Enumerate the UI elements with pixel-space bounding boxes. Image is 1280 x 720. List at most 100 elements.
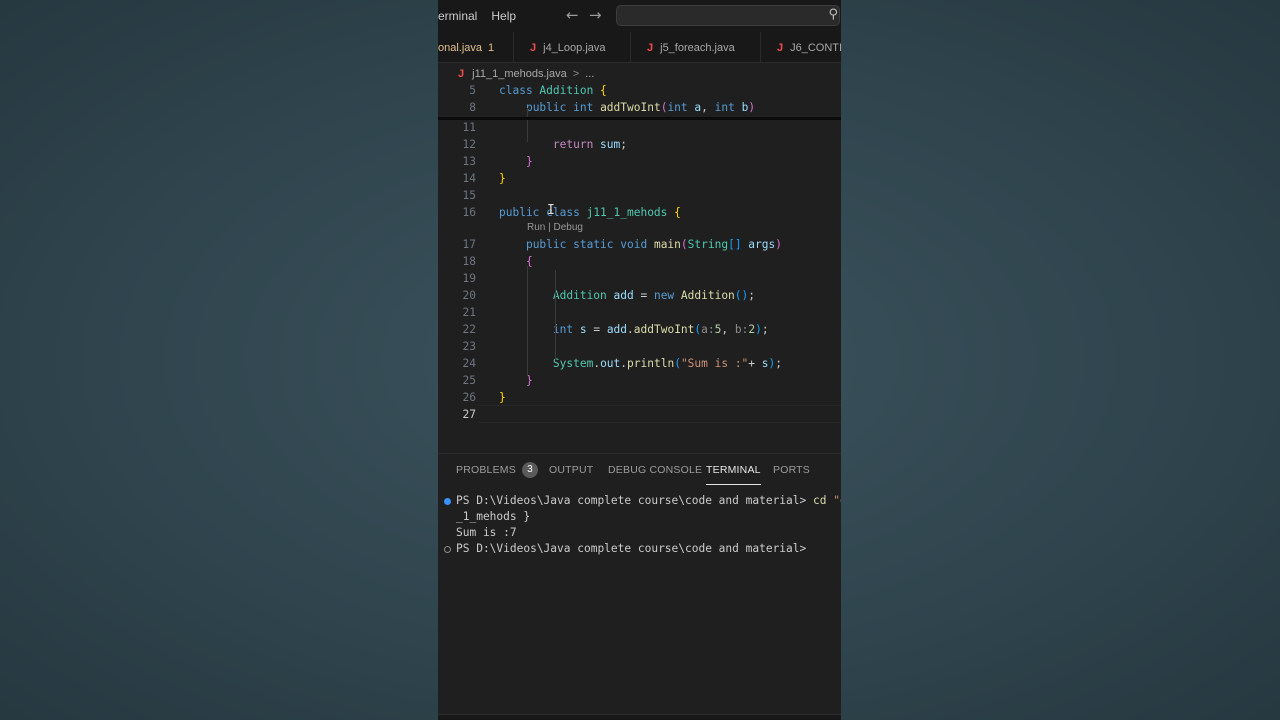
tab-problems[interactable]: PROBLEMS 3: [456, 455, 538, 485]
code-line[interactable]: 5 class Addition {: [438, 82, 841, 99]
tab-ports[interactable]: PORTS: [773, 455, 810, 485]
indent-guide: [527, 266, 528, 376]
line-number: 17: [462, 238, 476, 251]
code-editor[interactable]: 5 class Addition { 8 public int addTwoInt(…: [438, 82, 841, 427]
code-line[interactable]: 22 int s = add.addTwoInt(a:5, b:2);: [438, 321, 841, 338]
tab-label: onal.java: [438, 41, 483, 54]
tab-debug-console[interactable]: DEBUG CONSOLE: [608, 455, 702, 485]
line-number: 5: [469, 84, 476, 97]
java-file-icon: J: [530, 41, 537, 54]
line-number: 25: [462, 374, 476, 387]
code-text: public int addTwoInt(int a, int b): [525, 101, 756, 114]
indent-guide: [555, 270, 556, 360]
terminal-line: PS D:\Videos\Java complete course\code a…: [456, 494, 841, 507]
panel-divider[interactable]: [438, 453, 841, 454]
code-line[interactable]: 24 System.out.println("Sum is :"+ s);: [438, 355, 841, 372]
java-file-icon: J: [458, 68, 465, 80]
codelens-run-debug[interactable]: Run | Debug: [527, 222, 583, 233]
line-number: 19: [462, 272, 476, 285]
command-success-decoration[interactable]: [444, 498, 451, 505]
command-decoration[interactable]: [444, 546, 451, 553]
tab-label: J6_CONTI: [790, 41, 841, 54]
breadcrumb-file[interactable]: j11_1_mehods.java: [472, 68, 567, 80]
line-number: 8: [469, 101, 476, 114]
editor-tab-bar: onal.java 1 J j4_Loop.java J j5_foreach.…: [438, 32, 841, 63]
code-text: public class j11_1_mehods {: [499, 206, 681, 219]
line-number: 23: [462, 340, 476, 353]
java-file-icon: J: [647, 41, 654, 54]
code-line[interactable]: 25 }: [438, 372, 841, 389]
tab-onal-java[interactable]: onal.java 1: [438, 32, 494, 63]
tab-j4-loop-java[interactable]: J j4_Loop.java: [530, 32, 606, 63]
text-cursor-icon: I: [547, 203, 555, 218]
vscode-window: erminal Help ← → ⚲ onal.java 1 J j4_Loop…: [438, 0, 841, 720]
tab-j5-foreach-java[interactable]: J j5_foreach.java: [647, 32, 735, 63]
code-line[interactable]: 18 {: [438, 253, 841, 270]
line-number: 13: [462, 155, 476, 168]
panel-tab-bar: PROBLEMS 3 OUTPUT DEBUG CONSOLE TERMINAL…: [438, 455, 841, 485]
line-number: 11: [462, 121, 476, 134]
code-text: return sum;: [552, 138, 628, 151]
tab-label: PROBLEMS: [456, 464, 516, 476]
current-line-highlight: [478, 405, 841, 423]
code-line[interactable]: 26}: [438, 389, 841, 406]
menu-terminal[interactable]: erminal: [438, 9, 477, 23]
code-text: Addition add = new Addition();: [552, 289, 756, 302]
code-line[interactable]: 15: [438, 187, 841, 204]
code-line[interactable]: 17 public static void main(String[] args…: [438, 236, 841, 253]
line-number: 18: [462, 255, 476, 268]
menu-help[interactable]: Help: [491, 9, 516, 23]
code-text: public static void main(String[] args): [525, 238, 782, 251]
tab-terminal[interactable]: TERMINAL: [706, 455, 761, 485]
code-line[interactable]: 14}: [438, 170, 841, 187]
tab-label: j5_foreach.java: [660, 41, 735, 54]
code-line[interactable]: 11: [438, 119, 841, 136]
line-number: 16: [462, 206, 476, 219]
terminal-prompt: PS D:\Videos\Java complete course\code a…: [456, 542, 807, 555]
line-number: 12: [462, 138, 476, 151]
code-line[interactable]: 12 return sum;: [438, 136, 841, 153]
indent-guide: [527, 108, 528, 142]
problems-count-badge: 3: [521, 462, 538, 478]
code-line[interactable]: 19: [438, 270, 841, 287]
line-number: 15: [462, 189, 476, 202]
arrow-right-icon[interactable]: →: [589, 6, 602, 24]
status-bar: [438, 714, 841, 720]
code-text: int s = add.addTwoInt(a:5, b:2);: [552, 323, 769, 336]
problem-count-badge: 1: [488, 41, 495, 54]
code-text: }: [499, 172, 506, 185]
code-line[interactable]: 16 public class j11_1_mehods {: [438, 204, 841, 221]
code-line[interactable]: 13 }: [438, 153, 841, 170]
code-text: System.out.println("Sum is :"+ s);: [552, 357, 783, 370]
line-number: 21: [462, 306, 476, 319]
tab-label: j4_Loop.java: [543, 41, 606, 54]
line-number: 20: [462, 289, 476, 302]
code-line[interactable]: 23: [438, 338, 841, 355]
code-line[interactable]: 8 public int addTwoInt(int a, int b): [438, 99, 841, 116]
code-line[interactable]: 21: [438, 304, 841, 321]
line-number: 22: [462, 323, 476, 336]
search-icon[interactable]: ⚲: [828, 7, 838, 22]
sticky-scroll-divider: [438, 117, 841, 120]
tab-output[interactable]: OUTPUT: [549, 455, 593, 485]
code-line[interactable]: 20 Addition add = new Addition();: [438, 287, 841, 304]
chevron-right-icon: >: [572, 68, 580, 80]
line-number: 26: [462, 391, 476, 404]
code-text: class Addition {: [499, 84, 607, 97]
java-file-icon: J: [777, 41, 784, 54]
line-number: 24: [462, 357, 476, 370]
terminal-line: _1_mehods }: [456, 510, 531, 523]
line-number: 27: [462, 408, 476, 421]
breadcrumb: J j11_1_mehods.java > ...: [438, 64, 841, 84]
terminal-line: Sum is :7: [456, 526, 517, 539]
tab-j6-conti[interactable]: J J6_CONTI: [777, 32, 841, 63]
tab-label: DEBUG CONSOLE: [608, 464, 703, 476]
command-center-search[interactable]: ⚲: [616, 5, 840, 26]
tab-label: OUTPUT: [549, 464, 594, 476]
breadcrumb-more[interactable]: ...: [585, 68, 594, 80]
code-text: }: [499, 391, 506, 404]
menubar: erminal Help ← → ⚲: [438, 0, 841, 32]
line-number: 14: [462, 172, 476, 185]
tab-label: TERMINAL: [706, 463, 761, 476]
arrow-left-icon[interactable]: ←: [566, 6, 579, 24]
